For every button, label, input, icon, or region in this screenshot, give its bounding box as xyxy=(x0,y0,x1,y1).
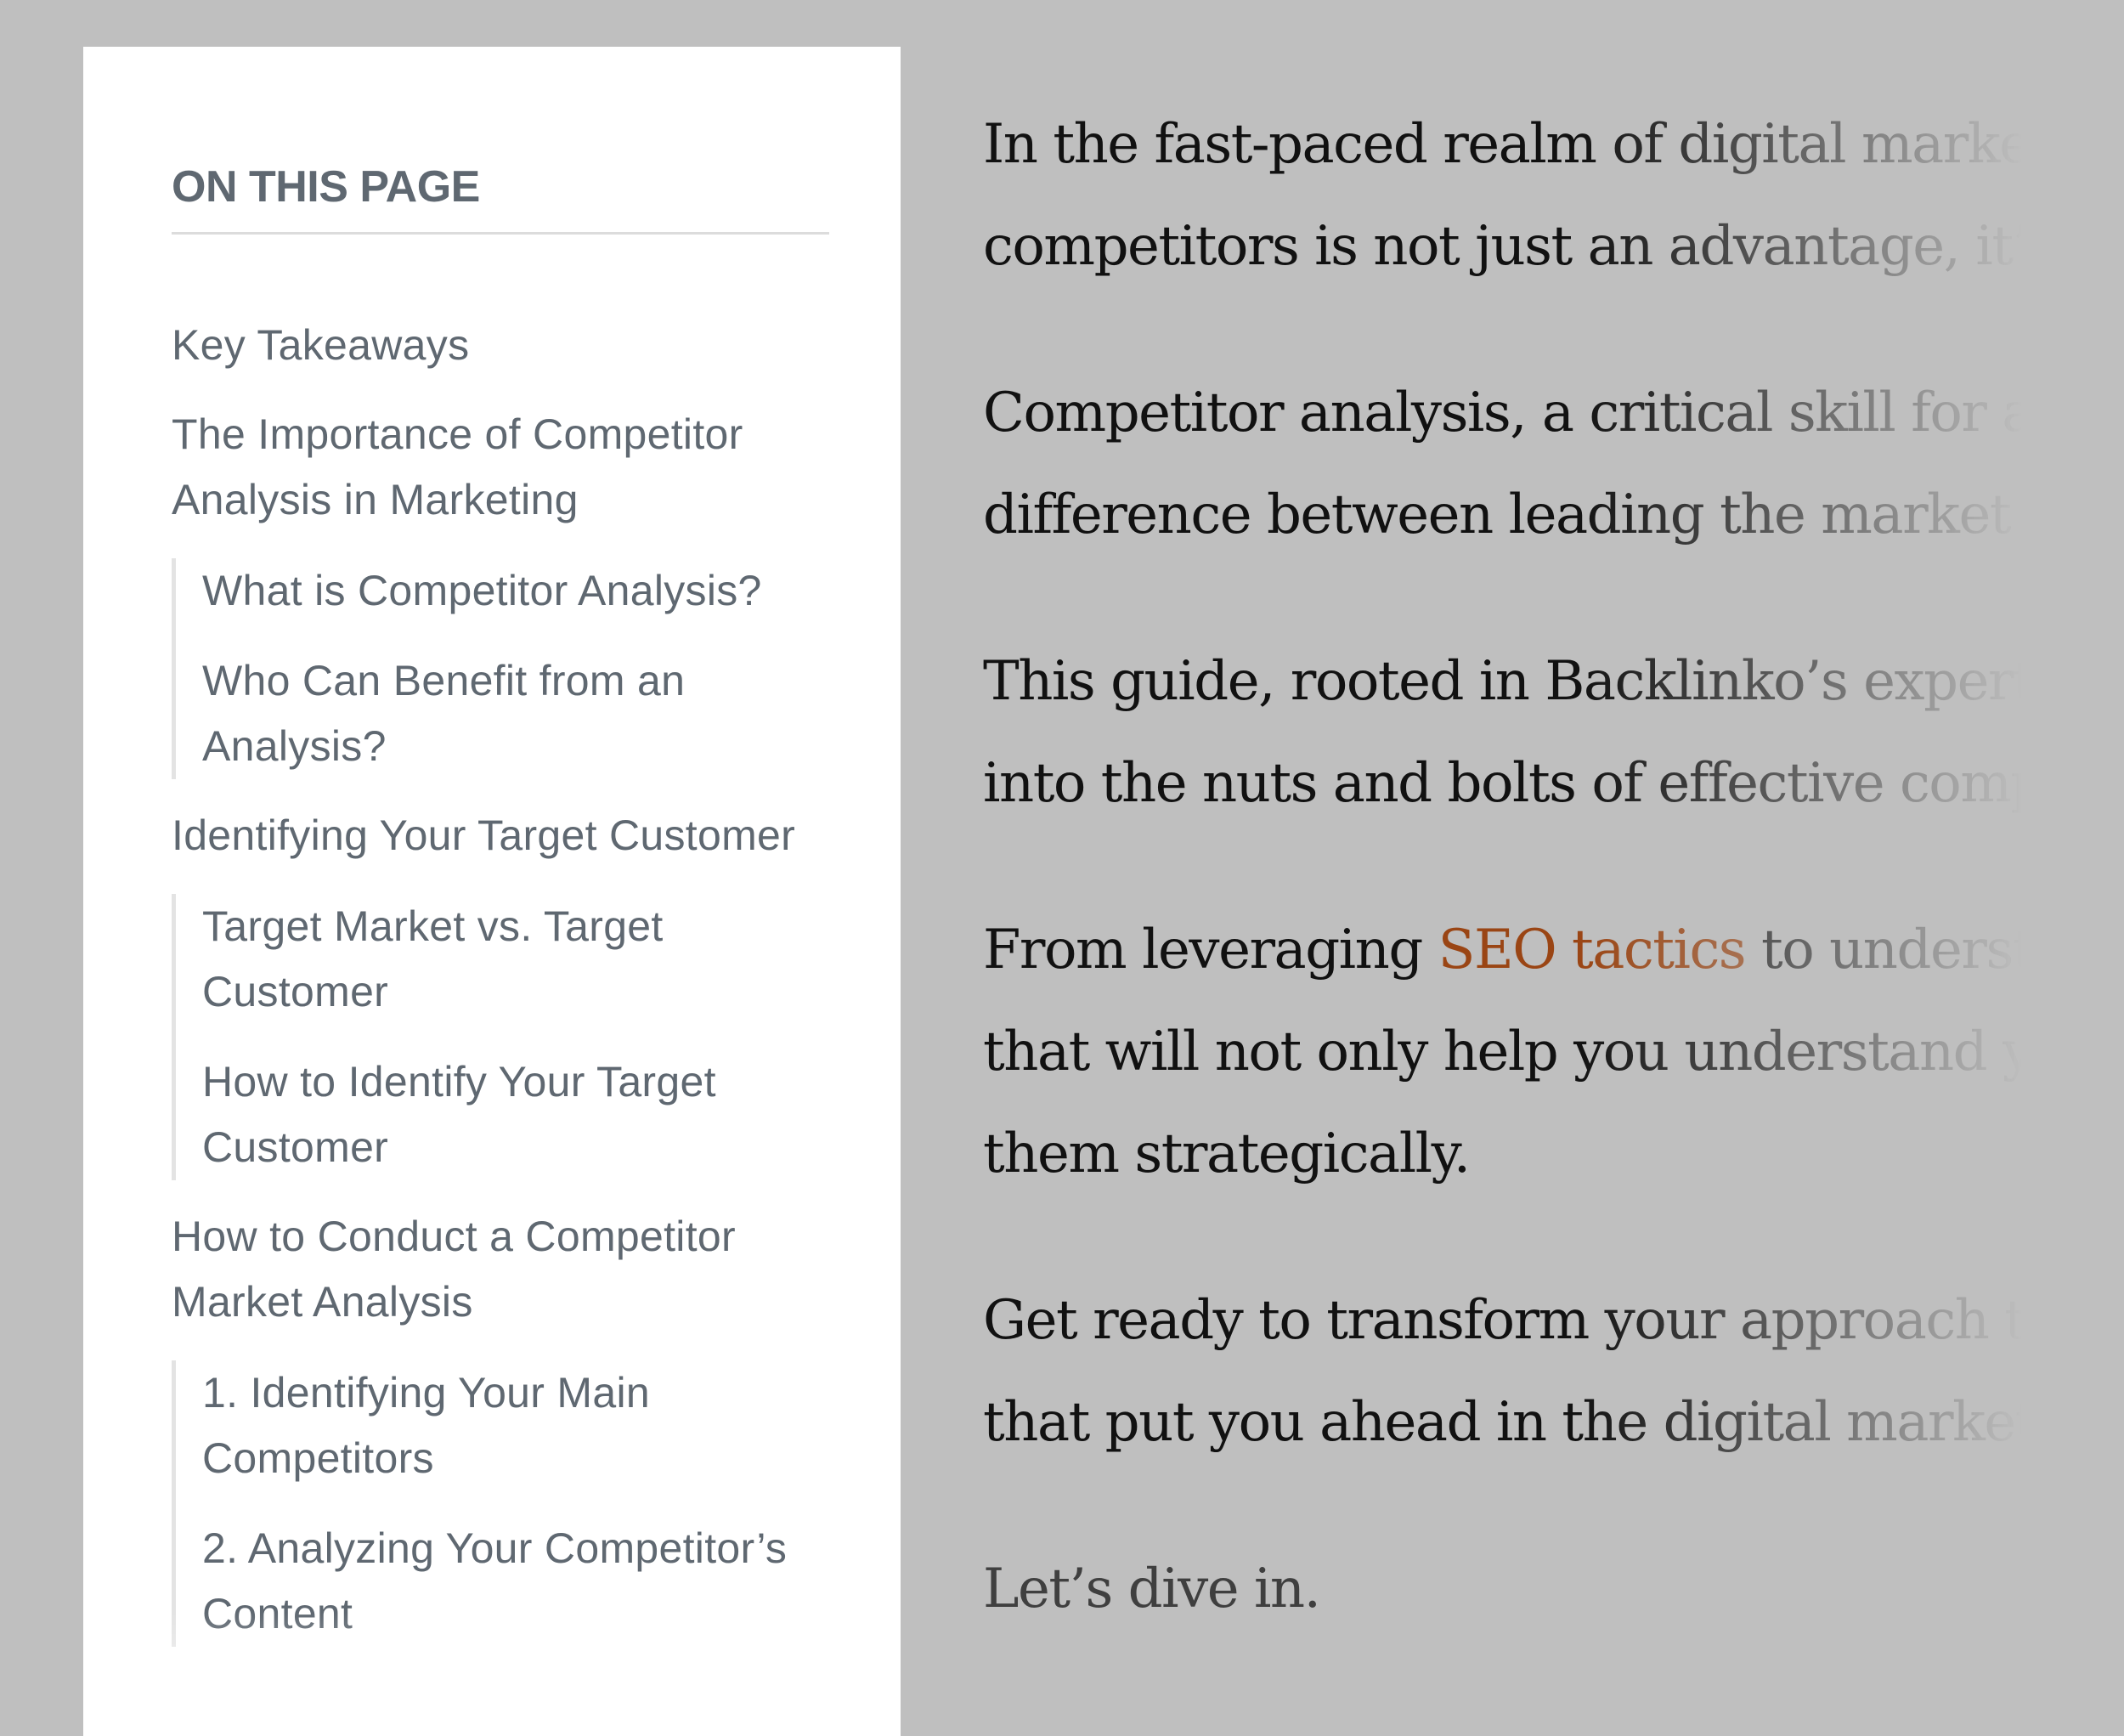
toc-item: The Importance of Competitor Analysis in… xyxy=(172,402,834,779)
text-line: competitors is not just an advantage, it… xyxy=(983,215,2022,278)
seo-tactics-link[interactable]: SEO tactics xyxy=(1438,919,1747,981)
text-line: This guide, rooted in Backlinko’s expert… xyxy=(983,650,2022,713)
paragraph-dive-in: Let’s dive in. xyxy=(983,1538,2022,1640)
paragraph-intro: In the fast-paced realm of digital marke… xyxy=(983,93,2022,297)
paragraph-guide: This guide, rooted in Backlinko’s expert… xyxy=(983,631,2022,834)
text-segment: From leveraging xyxy=(983,919,1438,981)
toc-link-main-competitors[interactable]: 1. Identifying Your Main Competitors xyxy=(202,1360,834,1491)
article-body: In the fast-paced realm of digital marke… xyxy=(983,93,2022,1705)
paragraph-seo: From leveraging SEO tactics to understan… xyxy=(983,899,2022,1205)
toc-subitem: Target Market vs. Target Customer xyxy=(202,894,834,1025)
toc-link-how-to-identify[interactable]: How to Identify Your Target Customer xyxy=(202,1049,834,1180)
paragraph-get-ready: Get ready to transform your approach to … xyxy=(983,1269,2022,1473)
text-line: into the nuts and bolts of effective com… xyxy=(983,752,2022,815)
text-line: them strategically. xyxy=(983,1122,1471,1185)
toc-link-who-can-benefit[interactable]: Who Can Benefit from an Analysis? xyxy=(202,648,834,779)
toc-item: Identifying Your Target Customer Target … xyxy=(172,803,834,1180)
text-line: that will not only help you understand y… xyxy=(983,1021,2022,1083)
toc-sublist: 1. Identifying Your Main Competitors 2. … xyxy=(172,1360,834,1647)
toc-subitem: 2. Analyzing Your Competitor’s Content xyxy=(202,1516,834,1647)
text-line: In the fast-paced realm of digital marke… xyxy=(983,113,2022,176)
toc-sublist: Target Market vs. Target Customer How to… xyxy=(172,894,834,1180)
text-line: Get ready to transform your approach to … xyxy=(983,1289,2022,1352)
toc-item: Key Takeaways xyxy=(172,313,834,378)
toc-subitem: How to Identify Your Target Customer xyxy=(202,1049,834,1180)
toc-link-what-is[interactable]: What is Competitor Analysis? xyxy=(202,558,834,624)
text-line: Competitor analysis, a critical skill fo… xyxy=(983,382,2022,444)
toc-link-importance[interactable]: The Importance of Competitor Analysis in… xyxy=(172,402,834,533)
toc-item: How to Conduct a Competitor Market Analy… xyxy=(172,1204,834,1647)
toc-divider xyxy=(172,232,829,235)
text-line: difference between leading the market or xyxy=(983,483,2022,546)
toc-subitem: Who Can Benefit from an Analysis? xyxy=(202,648,834,779)
toc-subitem: 1. Identifying Your Main Competitors xyxy=(202,1360,834,1491)
toc-link-target-customer[interactable]: Identifying Your Target Customer xyxy=(172,803,834,868)
toc-subitem: What is Competitor Analysis? xyxy=(202,558,834,624)
toc-link-market-vs-customer[interactable]: Target Market vs. Target Customer xyxy=(202,894,834,1025)
toc-link-key-takeaways[interactable]: Key Takeaways xyxy=(172,313,834,378)
toc-link-conduct-analysis[interactable]: How to Conduct a Competitor Market Analy… xyxy=(172,1204,834,1335)
toc-sublist: What is Competitor Analysis? Who Can Ben… xyxy=(172,558,834,779)
toc-link-competitor-content[interactable]: 2. Analyzing Your Competitor’s Content xyxy=(202,1516,834,1647)
toc-title: ON THIS PAGE xyxy=(172,162,480,212)
text-segment: to understan xyxy=(1760,919,2022,981)
text-line: Let’s dive in. xyxy=(983,1558,1321,1620)
text-line: that put you ahead in the digital market… xyxy=(983,1391,2022,1454)
toc-list: Key Takeaways The Importance of Competit… xyxy=(172,313,834,1671)
paragraph-analysis: Competitor analysis, a critical skill fo… xyxy=(983,362,2022,566)
table-of-contents: ON THIS PAGE Key Takeaways The Importanc… xyxy=(83,47,901,1736)
